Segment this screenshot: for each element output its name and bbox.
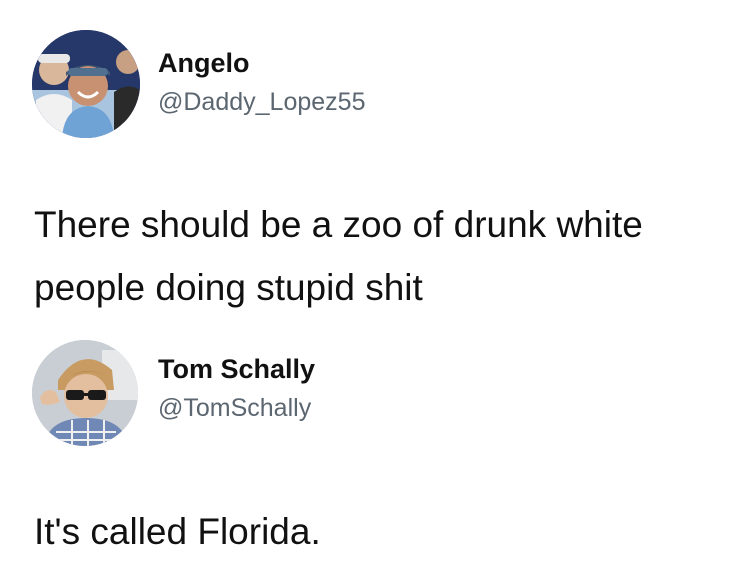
author-handle[interactable]: @TomSchally [158,394,311,423]
tweet-text: There should be a zoo of drunk white peo… [34,193,643,319]
avatar[interactable] [32,30,140,138]
author-name[interactable]: Angelo [158,48,250,79]
tweet-text-line: There should be a zoo of drunk white [34,204,643,245]
author-name[interactable]: Tom Schally [158,354,315,385]
tweet-text-line: It's called Florida. [34,511,321,552]
profile-photo-sunglasses-icon [32,340,138,446]
profile-photo-group-icon [32,30,140,138]
avatar[interactable] [32,340,138,446]
author-handle[interactable]: @Daddy_Lopez55 [158,88,365,117]
tweet-text-line: people doing stupid shit [34,267,423,308]
tweet-text: It's called Florida. [34,500,321,563]
